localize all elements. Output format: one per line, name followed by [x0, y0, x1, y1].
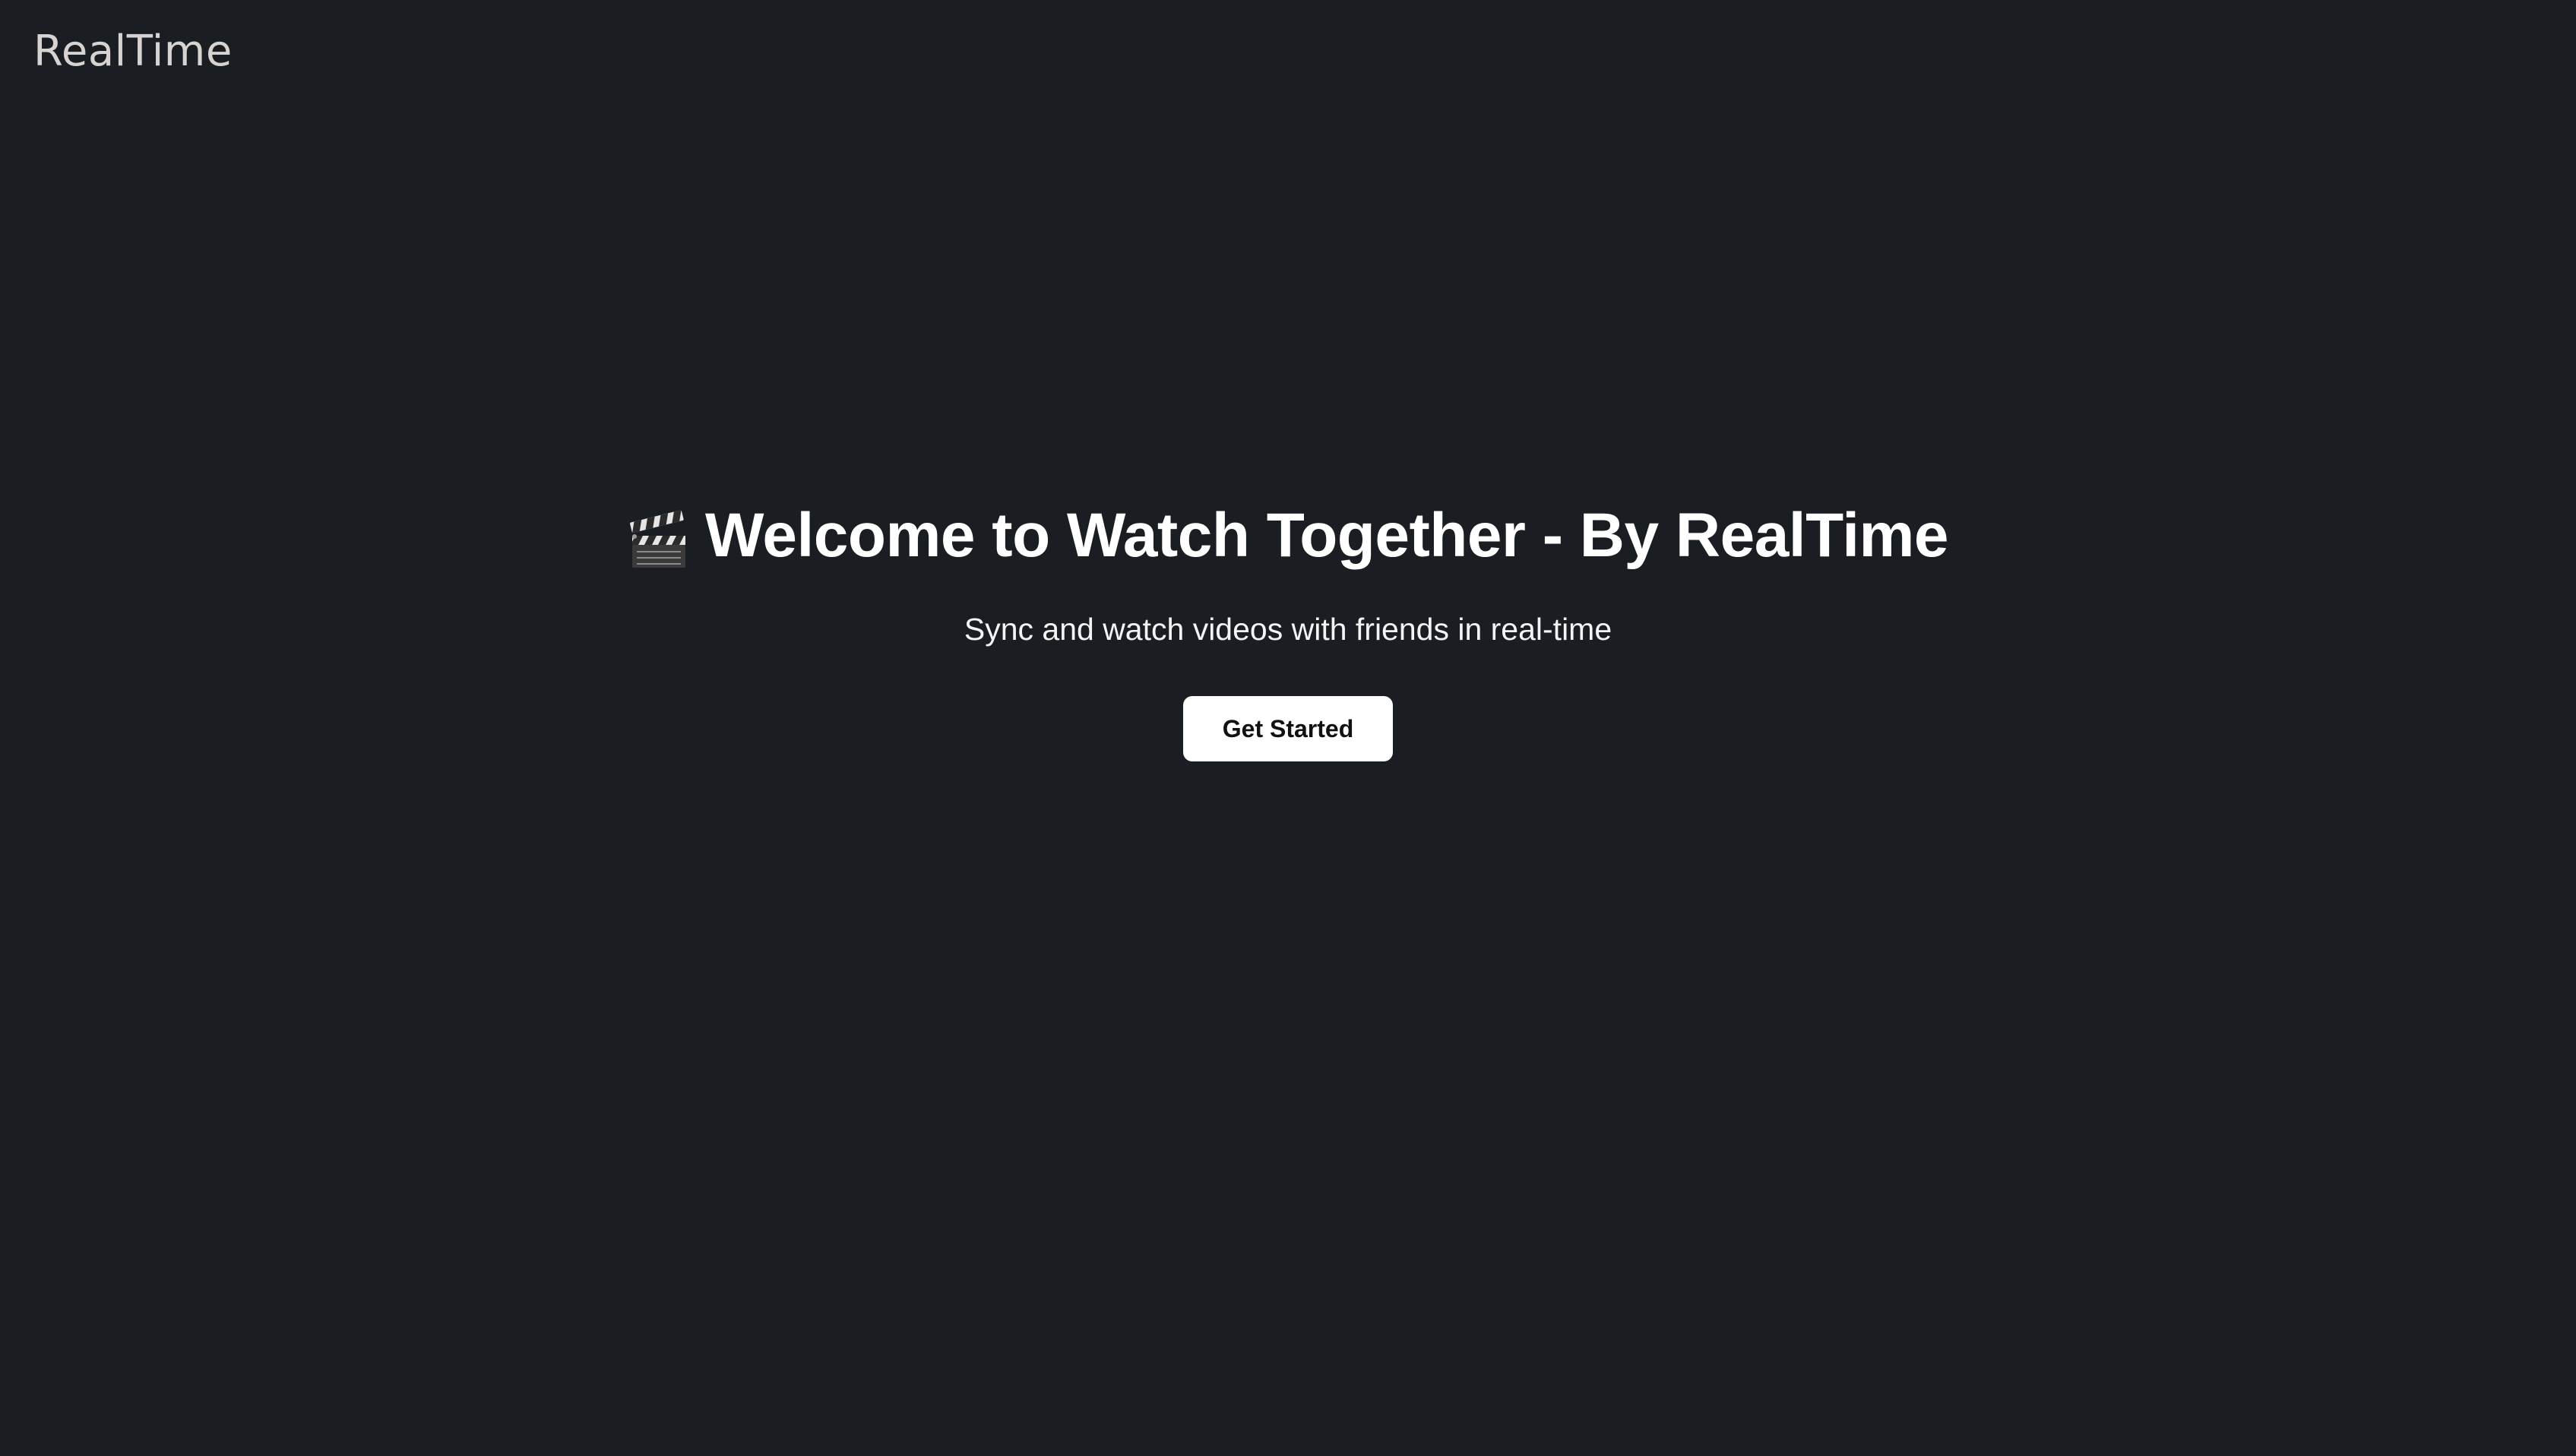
get-started-button[interactable]: Get Started: [1183, 696, 1393, 761]
top-bar: RealTime: [0, 0, 2576, 106]
hero-section: Welcome to Watch Together - By RealTime …: [0, 486, 2576, 761]
hero-title-row: Welcome to Watch Together - By RealTime: [0, 486, 2576, 585]
brand-logo[interactable]: RealTime: [33, 21, 233, 82]
clapper-board-icon: [630, 510, 685, 568]
cta-container: Get Started: [0, 696, 2576, 761]
page-subtitle: Sync and watch videos with friends in re…: [964, 612, 1612, 647]
page-title: Welcome to Watch Together - By RealTime: [705, 501, 1949, 570]
